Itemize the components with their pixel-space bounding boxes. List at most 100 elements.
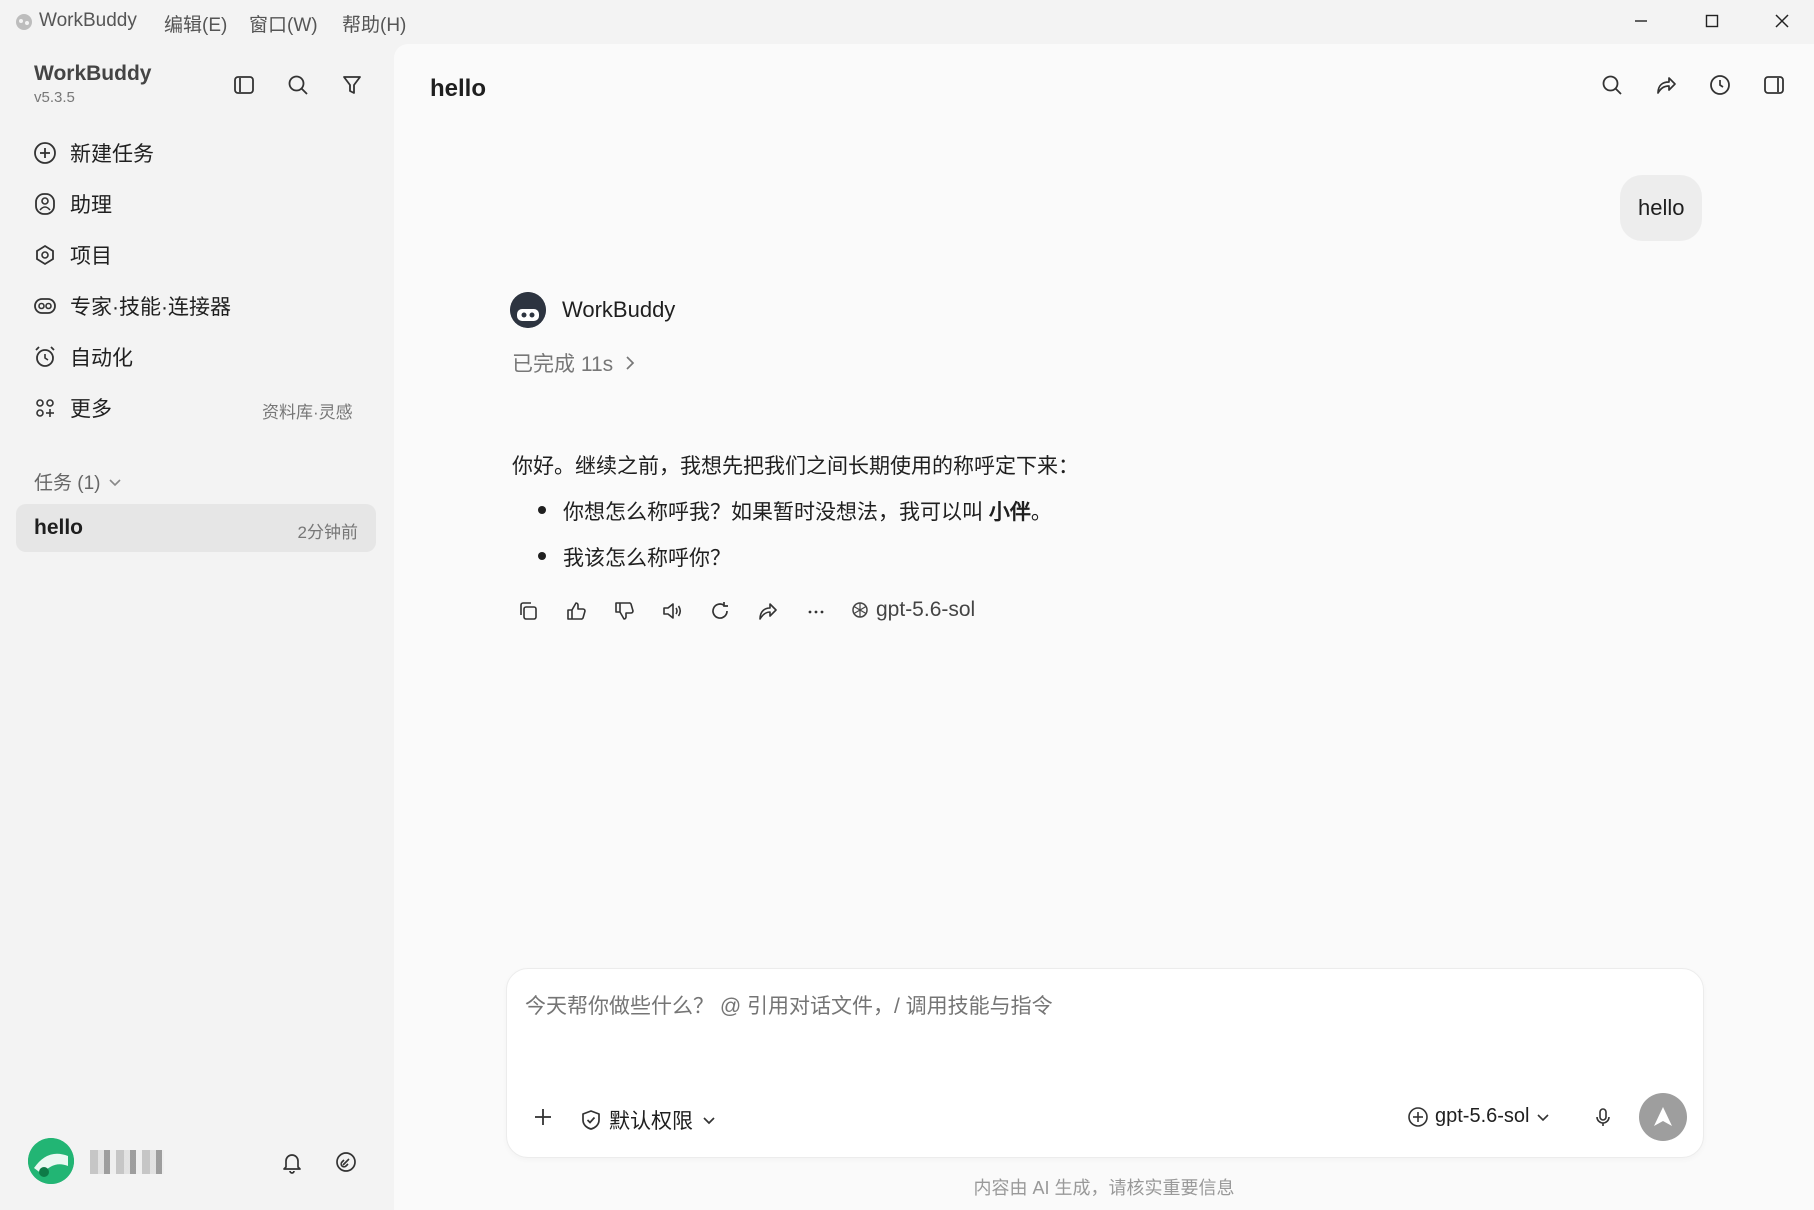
plus-circle-icon	[34, 142, 56, 164]
thumbs-up-icon	[567, 602, 586, 620]
thumbs-down-icon	[615, 602, 634, 620]
ai-disclaimer: 内容由 AI 生成，请核实重要信息	[973, 1178, 1235, 1198]
clock-icon	[1710, 75, 1730, 95]
regenerate-button[interactable]	[700, 591, 740, 631]
like-button[interactable]	[556, 591, 596, 631]
nav-automation[interactable]: 自动化	[32, 337, 133, 377]
maximize-button[interactable]	[1682, 6, 1742, 36]
more-actions-button[interactable]	[796, 591, 836, 631]
username-redacted	[90, 1150, 164, 1174]
forward-button[interactable]	[748, 591, 788, 631]
nav-new-task[interactable]: 新建任务	[32, 133, 154, 173]
reply-bullet-1-bold: 小伴	[988, 501, 1031, 524]
user-message-bubble: hello	[1620, 175, 1703, 241]
filter-button[interactable]	[334, 67, 370, 103]
sidebar-panel-icon	[234, 76, 254, 94]
user-message-text: hello	[1638, 195, 1685, 220]
voice-input-button[interactable]	[1583, 1097, 1623, 1137]
menu-window[interactable]: 窗口(W)	[249, 10, 318, 37]
model-selector[interactable]: gpt-5.6-sol	[1407, 1105, 1550, 1128]
message-input[interactable]	[525, 987, 1685, 1027]
maximize-icon	[1705, 14, 1719, 28]
status-text: 已完成 11s	[512, 353, 614, 376]
nav-experts-label: 专家·技能·连接器	[70, 296, 231, 319]
reply-bullet-1-pre: 你想怎么称呼我？如果暂时没想法，我可以叫	[563, 501, 989, 524]
assistant-avatar	[510, 292, 546, 328]
tasks-header[interactable]: 任务 (1)	[34, 468, 123, 495]
share-button[interactable]	[1646, 65, 1686, 105]
minimize-button[interactable]	[1611, 6, 1671, 36]
speaker-icon	[663, 603, 682, 619]
alarm-clock-icon	[35, 346, 55, 367]
avatar-icon	[28, 1138, 74, 1184]
bell-icon	[283, 1154, 301, 1174]
chevron-down-icon	[108, 478, 121, 486]
assistant-avatar-icon	[510, 292, 546, 328]
search-icon	[288, 75, 308, 95]
nav-assistant[interactable]: 助理	[32, 184, 112, 224]
toggle-right-panel-button[interactable]	[1754, 65, 1794, 105]
menu-help[interactable]: 帮助(H)	[342, 10, 406, 37]
minimize-icon	[1635, 20, 1647, 22]
composer: 默认权限 gpt-5.6-sol	[506, 968, 1704, 1158]
assistant-name: WorkBuddy	[562, 297, 676, 322]
reply-bullet-1: 你想怎么称呼我？如果暂时没想法，我可以叫 小伴。	[563, 496, 1052, 526]
send-arrow-icon	[1654, 1107, 1672, 1126]
link-button[interactable]	[328, 1144, 364, 1180]
chat-title: hello	[430, 75, 487, 102]
task-item-hello[interactable]: hello 2分钟前	[16, 504, 376, 552]
model-label: gpt-5.6-sol	[1435, 1105, 1530, 1127]
chevron-right-icon	[626, 356, 635, 370]
plus-icon	[535, 1109, 551, 1125]
chat-search-button[interactable]	[1592, 65, 1632, 105]
dislike-button[interactable]	[604, 591, 644, 631]
nav-project-label: 项目	[70, 245, 112, 268]
nav-experts[interactable]: 专家·技能·连接器	[32, 286, 231, 326]
plus-circle-icon	[1408, 1106, 1428, 1127]
nav-project[interactable]: 项目	[32, 235, 112, 275]
share-icon	[759, 603, 777, 620]
microphone-icon	[1596, 1108, 1610, 1126]
chevron-down-icon	[703, 1117, 715, 1125]
menu-edit[interactable]: 编辑(E)	[164, 10, 227, 37]
nav-more-label: 更多	[70, 398, 112, 421]
notifications-button[interactable]	[274, 1144, 310, 1180]
read-aloud-button[interactable]	[652, 591, 692, 631]
task-time: 2分钟前	[297, 523, 358, 542]
close-icon	[1775, 14, 1789, 28]
bullet-dot	[538, 506, 546, 514]
toggle-sidebar-button[interactable]	[226, 67, 262, 103]
title-bar: WorkBuddy 编辑(E) 窗口(W) 帮助(H)	[0, 0, 1814, 44]
permission-label: 默认权限	[609, 1110, 693, 1133]
link-circle-icon	[336, 1152, 356, 1172]
history-button[interactable]	[1700, 65, 1740, 105]
attach-button[interactable]	[523, 1097, 563, 1137]
right-panel-icon	[1764, 76, 1784, 94]
sidebar: WorkBuddy v5.3.5 新建任务 助理 项目 专家·技能·连接器 自动…	[0, 44, 394, 1210]
reply-bullet-1-post: 。	[1030, 501, 1052, 524]
reply-intro: 你好。继续之前，我想先把我们之间长期使用的称呼定下来：	[512, 455, 1079, 478]
permission-selector[interactable]: 默认权限	[579, 1105, 717, 1135]
close-button[interactable]	[1752, 6, 1812, 36]
expert-icon	[34, 298, 56, 314]
chevron-down-icon	[1536, 1113, 1549, 1121]
nav-automation-label: 自动化	[70, 347, 133, 370]
nav-more[interactable]: 更多	[32, 388, 112, 428]
tasks-header-label: 任务 (1)	[34, 473, 101, 494]
search-icon	[1602, 75, 1622, 95]
message-model-label: gpt-5.6-sol	[876, 598, 976, 621]
share-icon	[1657, 77, 1676, 94]
user-avatar[interactable]	[28, 1138, 74, 1184]
sidebar-search-button[interactable]	[280, 67, 316, 103]
send-button[interactable]	[1639, 1093, 1687, 1141]
app-logo-icon	[14, 12, 34, 37]
assistant-icon	[35, 193, 55, 215]
copy-button[interactable]	[508, 591, 548, 631]
reply-bullet-2: 我该怎么称呼你？	[563, 547, 731, 570]
refresh-icon	[712, 602, 728, 619]
sidebar-app-name: WorkBuddy	[34, 62, 152, 85]
status-row[interactable]: 已完成 11s	[512, 348, 639, 378]
copy-icon	[520, 602, 537, 620]
app-version: v5.3.5	[34, 89, 75, 106]
openai-logo-icon	[852, 602, 868, 618]
